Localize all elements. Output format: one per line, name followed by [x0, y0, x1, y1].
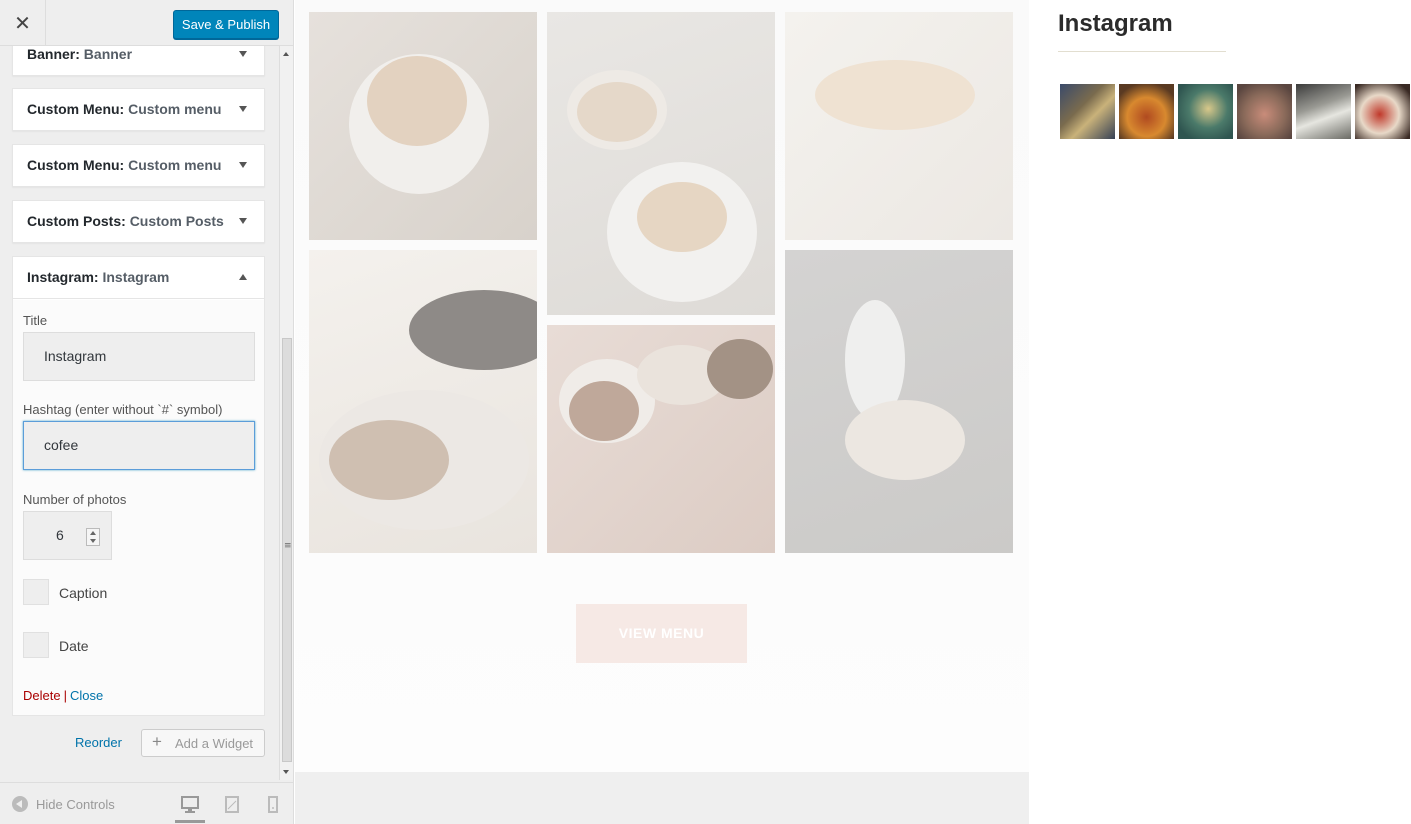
title-input[interactable]: Instagram: [23, 332, 255, 381]
close-icon: ✕: [14, 11, 31, 35]
instagram-thumb[interactable]: [1178, 84, 1233, 139]
chevron-down-icon: [239, 106, 247, 112]
hashtag-label: Hashtag (enter without `#` symbol): [23, 402, 223, 417]
add-widget-label: Add a Widget: [175, 736, 254, 751]
separator: |: [63, 688, 67, 703]
tablet-preview-button[interactable]: [217, 795, 247, 823]
widget-name: Banner: [83, 46, 133, 62]
sidebar-scrollbar[interactable]: ≡: [279, 46, 293, 780]
chevron-down-icon: [239, 162, 247, 168]
widget-name: Custom Posts: [129, 213, 224, 229]
coffee-photo-three-cups[interactable]: [547, 325, 775, 553]
chevron-up-icon: [239, 274, 247, 280]
caption-label: Caption: [59, 585, 108, 601]
instagram-thumb[interactable]: [1060, 84, 1115, 139]
widget-type: Custom Posts:: [27, 213, 126, 229]
instagram-thumb[interactable]: [1119, 84, 1174, 139]
coffee-photo-bear-latte[interactable]: [309, 12, 537, 240]
close-customizer-button[interactable]: ✕: [0, 0, 46, 46]
widget-title: Custom Posts: Custom Posts: [27, 201, 224, 242]
site-preview: VIEW MENU Instagram: [295, 0, 1411, 824]
widget-actions: Delete | Close: [23, 688, 103, 703]
coffee-photo-black-coffee[interactable]: [309, 250, 537, 553]
save-publish-button[interactable]: Save & Publish: [173, 10, 279, 39]
instagram-widget-title: Instagram: [1058, 10, 1173, 37]
widget-form: Title Instagram Hashtag (enter without `…: [13, 300, 264, 715]
widget-custom-menu-1[interactable]: Custom Menu: Custom menu: [12, 88, 265, 131]
delete-link[interactable]: Delete: [23, 688, 61, 703]
photos-value: 6: [56, 527, 64, 543]
reorder-link[interactable]: Reorder: [75, 735, 122, 750]
coffee-photo-two-lattes[interactable]: [547, 12, 775, 315]
sidebar-header: ✕ Save & Publish: [0, 0, 293, 46]
view-menu-button[interactable]: VIEW MENU: [576, 604, 747, 663]
widget-title: Custom Menu: Custom menu: [27, 145, 221, 186]
customizer-footer: Hide Controls: [0, 782, 293, 824]
widget-instagram: Instagram: Instagram Title Instagram Has…: [12, 256, 265, 716]
desktop-preview-button[interactable]: [175, 795, 205, 823]
add-widget-button[interactable]: + Add a Widget: [141, 729, 265, 757]
widget-name: Custom menu: [128, 157, 222, 173]
scroll-thumb[interactable]: ≡: [282, 338, 292, 762]
plus-icon: +: [152, 732, 162, 751]
title-label: Title: [23, 313, 48, 328]
hide-controls-label: Hide Controls: [36, 797, 115, 812]
widget-title: Instagram: Instagram: [27, 257, 169, 298]
widget-name: Instagram: [102, 269, 170, 285]
date-checkbox[interactable]: [23, 632, 49, 658]
coffee-photo-heart-latte[interactable]: [785, 12, 1013, 240]
scroll-up-arrow-icon[interactable]: [283, 52, 289, 56]
preview-next-section: [295, 772, 1029, 824]
grip-icon: ≡: [284, 541, 292, 551]
instagram-thumb[interactable]: [1237, 84, 1292, 139]
hashtag-input[interactable]: cofee: [23, 421, 255, 470]
widget-type: Custom Menu:: [27, 157, 125, 173]
title-divider: [1058, 51, 1226, 52]
widget-type: Custom Menu:: [27, 101, 125, 117]
widget-type: Banner:: [27, 46, 80, 62]
instagram-thumb[interactable]: [1296, 84, 1351, 139]
tablet-icon: [225, 796, 239, 813]
widget-type: Instagram:: [27, 269, 99, 285]
caption-checkbox[interactable]: [23, 579, 49, 605]
hide-controls-button[interactable]: Hide Controls: [12, 795, 115, 814]
widget-name: Custom menu: [128, 101, 222, 117]
chevron-down-icon: [239, 218, 247, 224]
widget-title: Custom Menu: Custom menu: [27, 89, 221, 130]
chevron-down-icon: [239, 51, 247, 57]
spinner-arrows-icon[interactable]: [86, 528, 100, 546]
desktop-icon: [181, 796, 199, 813]
mobile-icon: [268, 796, 278, 813]
customizer-sidebar: ✕ Save & Publish Banner: Banner Custom M…: [0, 0, 294, 824]
scroll-down-arrow-icon[interactable]: [283, 770, 289, 774]
widget-custom-posts[interactable]: Custom Posts: Custom Posts: [12, 200, 265, 243]
widget-instagram-header[interactable]: Instagram: Instagram: [13, 257, 264, 299]
photos-label: Number of photos: [23, 492, 127, 507]
mobile-preview-button[interactable]: [258, 795, 288, 823]
photos-number-input[interactable]: 6: [23, 511, 112, 560]
close-link[interactable]: Close: [70, 688, 103, 703]
date-label: Date: [59, 638, 89, 654]
collapse-arrow-icon: [12, 795, 28, 812]
instagram-thumb[interactable]: [1355, 84, 1410, 139]
coffee-photo-pouring-milk[interactable]: [785, 250, 1013, 553]
widget-custom-menu-2[interactable]: Custom Menu: Custom menu: [12, 144, 265, 187]
